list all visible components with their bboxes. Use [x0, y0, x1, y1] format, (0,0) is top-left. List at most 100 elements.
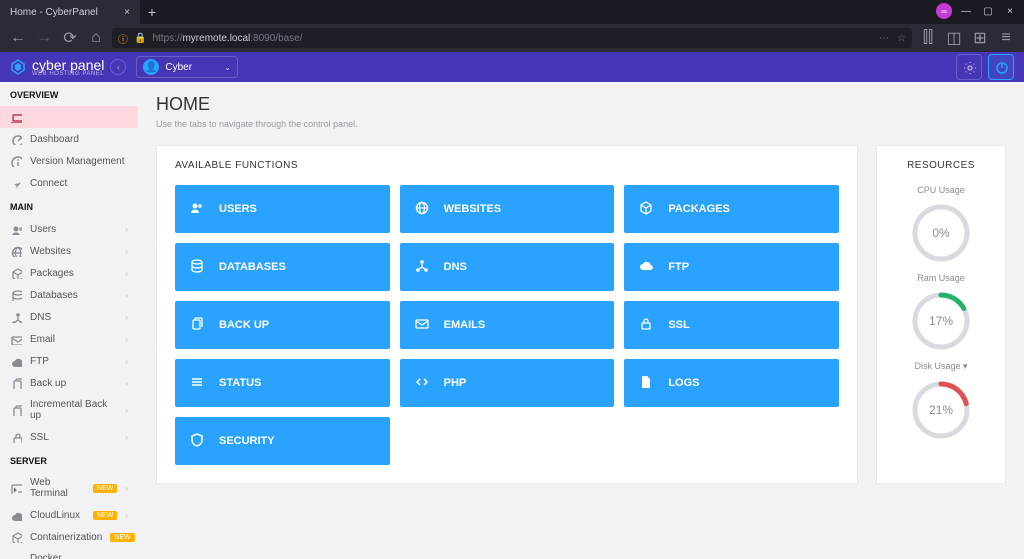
tile-logs[interactable]: LOGS	[624, 359, 839, 407]
firefox-account-icon[interactable]: ∞	[934, 2, 954, 20]
url-bar[interactable]: ⓘ 🔒 https://myremote.local:8090/base/ ⋯ …	[112, 28, 912, 48]
settings-button[interactable]	[956, 54, 982, 80]
tile-emails[interactable]: EMAILS	[400, 301, 615, 349]
nav-home[interactable]: ⌂	[86, 28, 106, 48]
browser-tab[interactable]: Home - CyberPanel ×	[0, 0, 140, 24]
sidebar-item-connect[interactable]: Connect	[0, 172, 138, 194]
sidebar-item-web-terminal[interactable]: Web Terminal NEW ›	[0, 472, 138, 504]
sidebar-item-websites[interactable]: Websites ›	[0, 240, 138, 262]
functions-panel: AVAILABLE FUNCTIONS USERS WEBSITES PACKA…	[156, 145, 858, 484]
file-icon	[638, 375, 654, 391]
window-minimize[interactable]: —	[956, 2, 976, 20]
tile-packages[interactable]: PACKAGES	[624, 185, 839, 233]
lock-icon: 🔒	[134, 33, 146, 44]
sidebar-item-packages[interactable]: Packages ›	[0, 262, 138, 284]
sidebar-item-home[interactable]	[0, 106, 138, 128]
clear-url-icon[interactable]: ⋯	[879, 33, 889, 44]
tile-label: FTP	[668, 261, 689, 273]
nav-forward[interactable]: →	[34, 28, 54, 48]
tile-security[interactable]: SECURITY	[175, 417, 390, 465]
chevron-right-icon: ›	[125, 269, 128, 278]
sidebar-item-back-up[interactable]: Back up ›	[0, 372, 138, 394]
new-badge: NEW	[93, 511, 117, 520]
dns-icon	[414, 259, 430, 275]
term-icon	[10, 482, 22, 494]
code-icon	[414, 375, 430, 391]
tile-users[interactable]: USERS	[175, 185, 390, 233]
tile-label: DNS	[444, 261, 467, 273]
gauge-cpu: 0%	[909, 201, 973, 265]
tile-dns[interactable]: DNS	[400, 243, 615, 291]
tile-label: DATABASES	[219, 261, 286, 273]
info-icon	[10, 155, 22, 167]
sidebar-item-email[interactable]: Email ›	[0, 328, 138, 350]
extensions-icon[interactable]: ⊞	[970, 28, 990, 48]
brand-sub: WEB HOSTING PANEL	[32, 71, 104, 77]
app-header: cyber panel WEB HOSTING PANEL ‹ 👤 Cyber …	[0, 52, 1024, 82]
sidebar-item-cloudlinux[interactable]: CloudLinux NEW ›	[0, 504, 138, 526]
gauge-value: 21%	[909, 378, 973, 442]
library-icon[interactable]: ⫿⫿	[918, 28, 938, 48]
chevron-down-icon: ⌄	[224, 63, 231, 72]
sidebar-item-version-management[interactable]: Version Management	[0, 150, 138, 172]
tile-websites[interactable]: WEBSITES	[400, 185, 615, 233]
chevron-right-icon: ›	[125, 313, 128, 322]
sidebar-icon[interactable]: ◫	[944, 28, 964, 48]
nav-back[interactable]: ←	[8, 28, 28, 48]
globe-icon	[414, 201, 430, 217]
sidebar-item-label: CloudLinux	[30, 510, 85, 521]
gauge-ram: 17%	[909, 289, 973, 353]
sidebar-item-dns[interactable]: DNS ›	[0, 306, 138, 328]
resources-panel: RESOURCES CPU Usage 0% Ram Usage 17% Dis…	[876, 145, 1006, 484]
tile-label: STATUS	[219, 377, 261, 389]
sidebar-item-label: Websites	[30, 246, 117, 257]
tile-php[interactable]: PHP	[400, 359, 615, 407]
gauge-value: 17%	[909, 289, 973, 353]
sidebar-item-users[interactable]: Users ›	[0, 218, 138, 240]
gauge-label: Disk Usage ▾	[895, 361, 987, 372]
tile-back-up[interactable]: BACK UP	[175, 301, 390, 349]
tile-status[interactable]: STATUS	[175, 359, 390, 407]
sidebar-item-docker-manager[interactable]: Docker Manager NEW ›	[0, 548, 138, 559]
window-maximize[interactable]: ▢	[978, 2, 998, 20]
tab-title: Home - CyberPanel	[10, 7, 98, 18]
sidebar-item-incremental-back-up[interactable]: Incremental Back up ›	[0, 394, 138, 426]
box-icon	[638, 201, 654, 217]
sidebar-item-label: Version Management	[30, 156, 128, 167]
mail-icon	[10, 333, 22, 345]
sidebar-item-label: Containerization	[30, 532, 102, 543]
sidebar-collapse-button[interactable]: ‹	[110, 59, 126, 75]
tile-ftp[interactable]: FTP	[624, 243, 839, 291]
new-tab-button[interactable]: +	[140, 0, 164, 24]
sidebar-item-ftp[interactable]: FTP ›	[0, 350, 138, 372]
sidebar-item-containerization[interactable]: Containerization NEW ›	[0, 526, 138, 548]
close-tab-icon[interactable]: ×	[124, 7, 130, 18]
copy-icon	[10, 377, 22, 389]
sidebar-item-label: Dashboard	[30, 134, 128, 145]
user-menu[interactable]: 👤 Cyber ⌄	[136, 56, 237, 78]
sidebar-item-databases[interactable]: Databases ›	[0, 284, 138, 306]
power-button[interactable]	[988, 54, 1014, 80]
shield-icon	[189, 433, 205, 449]
db-icon	[10, 289, 22, 301]
sidebar-item-label: Databases	[30, 290, 117, 301]
copy-icon	[10, 404, 22, 416]
resources-title: RESOURCES	[895, 160, 987, 171]
window-close[interactable]: ×	[1000, 2, 1020, 20]
nav-reload[interactable]: ⟳	[60, 28, 80, 48]
sidebar-item-label: Back up	[30, 378, 117, 389]
gauge-value: 0%	[909, 201, 973, 265]
chevron-right-icon: ›	[125, 247, 128, 256]
tile-databases[interactable]: DATABASES	[175, 243, 390, 291]
copy-icon	[189, 317, 205, 333]
tile-ssl[interactable]: SSL	[624, 301, 839, 349]
sidebar-item-label: SSL	[30, 432, 117, 443]
menu-icon[interactable]: ≡	[996, 28, 1016, 48]
sidebar-item-dashboard[interactable]: Dashboard	[0, 128, 138, 150]
sidebar-item-ssl[interactable]: SSL ›	[0, 426, 138, 448]
info-icon[interactable]: ⓘ	[118, 31, 128, 46]
bookmark-icon[interactable]: ☆	[897, 33, 906, 44]
gauge-label: CPU Usage	[895, 185, 987, 195]
tile-label: PHP	[444, 377, 467, 389]
brand[interactable]: cyber panel WEB HOSTING PANEL	[10, 57, 104, 77]
